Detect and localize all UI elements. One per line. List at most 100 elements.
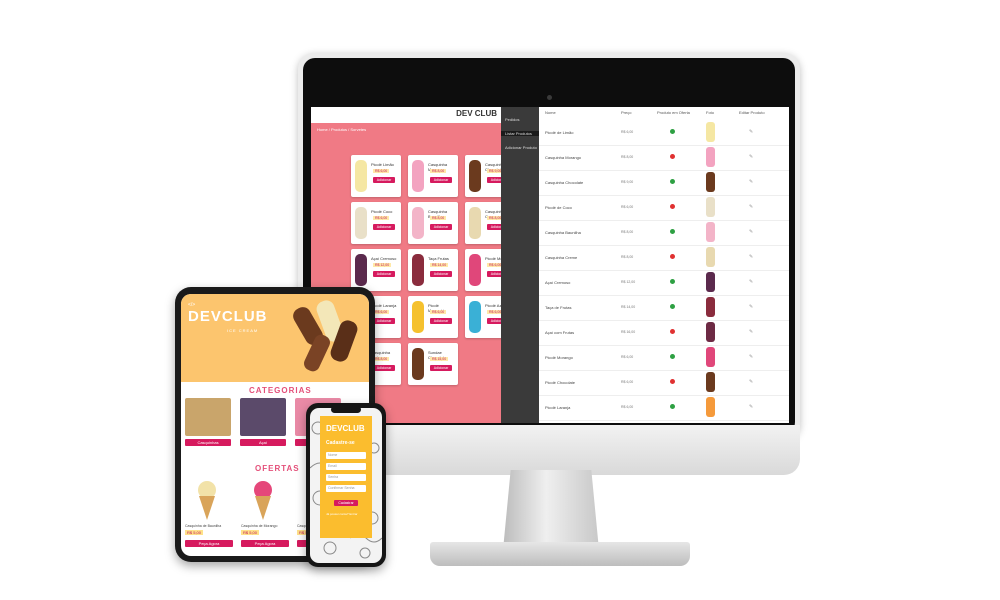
- edit-icon[interactable]: ✎: [749, 179, 753, 185]
- ice-cream-image: [412, 160, 424, 192]
- order-now-button[interactable]: Peça Agora: [241, 540, 289, 547]
- add-to-cart-button[interactable]: Adicionar: [373, 177, 395, 183]
- email-field[interactable]: Email: [326, 463, 366, 470]
- products-table: Nome Preço Produto em Oferta Foto Editar…: [539, 107, 789, 423]
- category-image: [240, 398, 286, 436]
- add-to-cart-button[interactable]: Adicionar: [373, 271, 395, 277]
- product-card: Casquinha CremeR$ 8,00Adicionar: [465, 202, 501, 244]
- category-image: [185, 398, 231, 436]
- product-price: R$ 6,00: [487, 310, 501, 314]
- ice-cream-image: [412, 348, 424, 380]
- table-row: Picolé de Coco R$ 6,00 ✎: [539, 194, 789, 221]
- product-price: R$ 12,00: [373, 263, 392, 267]
- product-thumbnail: [706, 197, 715, 217]
- product-price: R$ 6,00: [373, 169, 390, 173]
- ice-cream-image: [469, 254, 481, 286]
- column-header-price: Preço: [621, 110, 632, 115]
- edit-icon[interactable]: ✎: [749, 329, 753, 335]
- check-icon: [670, 354, 675, 359]
- edit-icon[interactable]: ✎: [749, 304, 753, 310]
- product-price: R$ 6,00: [621, 405, 634, 409]
- category-card[interactable]: Casquinhas: [185, 398, 231, 448]
- product-price: R$ 6,00: [621, 205, 634, 209]
- edit-icon[interactable]: ✎: [749, 354, 753, 360]
- admin-sidebar: Pedidos Listar Produtos Adicionar Produt…: [501, 107, 539, 423]
- edit-icon[interactable]: ✎: [749, 129, 753, 135]
- column-header-edit: Editar Produto: [739, 110, 765, 115]
- add-to-cart-button[interactable]: Adicionar: [487, 318, 501, 324]
- product-name: Casquinha Creme: [545, 255, 578, 260]
- product-price: R$ 8,00: [487, 216, 501, 220]
- add-to-cart-button[interactable]: Adicionar: [487, 271, 501, 277]
- sidebar-item-add-product[interactable]: Adicionar Produto: [505, 145, 537, 150]
- add-to-cart-button[interactable]: Adicionar: [373, 365, 395, 371]
- phone-notch: [331, 406, 361, 413]
- ice-cream-image: [469, 160, 481, 192]
- table-row: Açaí com Frutas R$ 16,00 ✎: [539, 319, 789, 346]
- category-card[interactable]: Açaí: [240, 398, 286, 448]
- login-link[interactable]: Já possui conta? Entrar: [326, 512, 358, 516]
- add-to-cart-button[interactable]: Adicionar: [487, 177, 501, 183]
- add-to-cart-button[interactable]: Adicionar: [430, 271, 452, 277]
- product-name: Picolé de Coco: [545, 205, 572, 210]
- check-icon: [670, 279, 675, 284]
- sidebar-item-orders[interactable]: Pedidos: [505, 117, 519, 122]
- register-card: DEVCLUB Cadastre-se Nome Email Senha Con…: [320, 416, 372, 538]
- product-price: R$ 6,00: [430, 310, 447, 314]
- add-to-cart-button[interactable]: Adicionar: [430, 318, 452, 324]
- product-card: Picolé Azul R$ 6,00 Adicionar: [465, 296, 501, 338]
- name-field[interactable]: Nome: [326, 452, 366, 459]
- store-logo: DEV CLUB: [456, 109, 497, 118]
- product-name: Casquinha Chocolate: [545, 180, 584, 185]
- product-name: Picolé Morango: [545, 355, 573, 360]
- offer-name: Casquinha de Baunilha: [185, 524, 222, 528]
- ice-cream-image: [469, 207, 481, 239]
- product-name: Picolé Chocolate: [545, 380, 576, 385]
- edit-icon[interactable]: ✎: [749, 204, 753, 210]
- product-name: Casquinha Baunilha: [545, 230, 581, 235]
- add-to-cart-button[interactable]: Adicionar: [487, 224, 501, 230]
- edit-icon[interactable]: ✎: [749, 154, 753, 160]
- product-price: R$ 8,00: [621, 155, 634, 159]
- add-to-cart-button[interactable]: Adicionar: [430, 224, 452, 230]
- order-now-button[interactable]: Peça Agora: [185, 540, 233, 547]
- edit-icon[interactable]: ✎: [749, 229, 753, 235]
- product-thumbnail: [706, 397, 715, 417]
- ice-cream-cone-icon: [254, 481, 272, 520]
- x-icon: [670, 254, 675, 259]
- edit-icon[interactable]: ✎: [749, 404, 753, 410]
- category-button[interactable]: Açaí: [240, 439, 286, 446]
- ice-cream-cone-icon: [198, 481, 216, 520]
- category-button[interactable]: Casquinhas: [185, 439, 231, 446]
- confirm-password-field[interactable]: Confirmar Senha: [326, 485, 366, 492]
- x-icon: [670, 329, 675, 334]
- edit-icon[interactable]: ✎: [749, 254, 753, 260]
- product-card: Casquinha BaunilhaR$ 8,00Adicionar: [408, 202, 458, 244]
- x-icon: [670, 379, 675, 384]
- product-card: Picolé MaracujáR$ 6,00Adicionar: [408, 296, 458, 338]
- add-to-cart-button[interactable]: Adicionar: [430, 365, 452, 371]
- product-name: Picolé Morango: [485, 256, 501, 261]
- edit-icon[interactable]: ✎: [749, 279, 753, 285]
- product-price: R$ 16,00: [621, 330, 636, 334]
- check-icon: [670, 179, 675, 184]
- ice-cream-image: [355, 160, 367, 192]
- sidebar-item-list-products[interactable]: Listar Produtos: [501, 131, 539, 136]
- check-icon: [670, 304, 675, 309]
- add-to-cart-button[interactable]: Adicionar: [373, 318, 395, 324]
- add-to-cart-button[interactable]: Adicionar: [430, 177, 452, 183]
- ice-cream-image: [469, 301, 481, 333]
- x-icon: [670, 204, 675, 209]
- product-card: Picolé Morango R$ 6,00 Adicionar: [465, 249, 501, 291]
- x-icon: [670, 154, 675, 159]
- password-field[interactable]: Senha: [326, 474, 366, 481]
- edit-icon[interactable]: ✎: [749, 379, 753, 385]
- register-button[interactable]: Cadastrar: [334, 500, 358, 506]
- phone-screen: DEVCLUB Cadastre-se Nome Email Senha Con…: [310, 408, 382, 563]
- product-price: R$ 6,00: [373, 310, 390, 314]
- add-to-cart-button[interactable]: Adicionar: [373, 224, 395, 230]
- categories-title: CATEGORIAS: [249, 386, 312, 395]
- phone-logo: DEVCLUB: [326, 424, 365, 433]
- product-price: R$ 6,00: [487, 263, 501, 267]
- product-price: R$ 8,00: [430, 216, 447, 220]
